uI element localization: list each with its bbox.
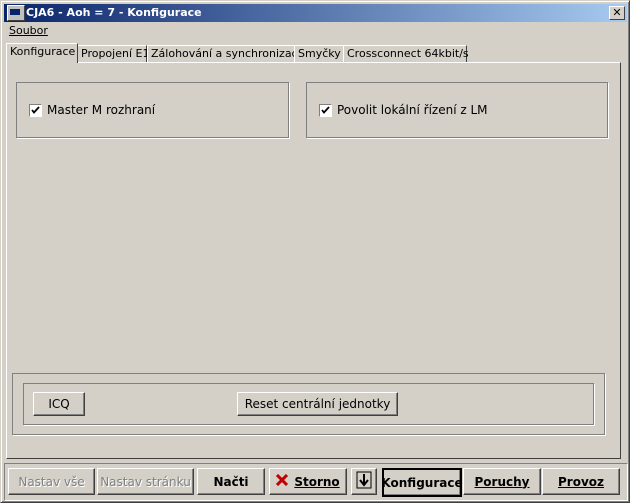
provoz-button[interactable]: Provoz [542,468,620,495]
nastav-vse-label: Nastav vše [18,474,85,489]
master-checkbox[interactable]: Master M rozhraní [29,103,155,117]
poruchy-button[interactable]: Poruchy [463,468,541,495]
close-button[interactable]: ✕ [609,6,625,20]
title-bar[interactable]: CJA6 - Aoh = 7 - Konfigurace ✕ [4,4,627,22]
local-control-label: Povolit lokální řízení z LM [337,103,488,117]
group-master: Master M rozhraní [16,82,289,138]
konfigurace-button[interactable]: Konfigurace [381,468,463,497]
master-label: Master M rozhraní [47,103,156,117]
arrow-down-icon [356,471,372,492]
menu-soubor[interactable]: Soubor [5,24,52,37]
tab-zalohovani[interactable]: Zálohování a synchronizace [147,45,304,62]
nastav-vse-button[interactable]: Nastav vše [8,468,95,495]
window-title: CJA6 - Aoh = 7 - Konfigurace [26,6,202,19]
provoz-label: Provoz [557,474,604,489]
checkbox-checked-icon [319,103,332,117]
checkbox-checked-icon [29,103,42,117]
nacti-label: Načti [213,474,249,489]
icq-button[interactable]: ICQ [33,392,85,416]
app-window: CJA6 - Aoh = 7 - Konfigurace ✕ Soubor Ko… [0,0,630,503]
local-control-checkbox[interactable]: Povolit lokální řízení z LM [319,103,488,117]
tab-konfigurace[interactable]: Konfigurace [6,43,78,63]
x-icon [276,473,289,489]
nastav-stranku-button[interactable]: Nastav stránku [97,468,194,495]
bottom-toolbar: Nastav vše Nastav stránku Načti Storno K… [4,463,628,501]
nastav-stranku-label: Nastav stránku [100,474,191,489]
tab-crossconnect[interactable]: Crossconnect 64kbit/s [343,45,469,62]
nacti-button[interactable]: Načti [197,468,265,495]
tab-smycky[interactable]: Smyčky [294,45,344,62]
konfigurace-label: Konfigurace [381,475,463,490]
app-icon [7,5,25,21]
menu-bar: Soubor [5,24,52,40]
poruchy-label: Poruchy [474,474,530,489]
group-actions-outer: ICQ Reset centrální jednotky [12,373,605,435]
storno-button[interactable]: Storno [269,468,347,495]
group-local-control: Povolit lokální řízení z LM [306,82,608,138]
tab-panel-konfigurace: Master M rozhraní Povolit lokální řízení… [6,62,621,459]
tab-propojeni-e1[interactable]: Propojení E1 [77,45,149,62]
reset-button[interactable]: Reset centrální jednotky [237,392,398,416]
download-button[interactable] [351,468,377,495]
storno-label: Storno [294,474,340,489]
group-actions: ICQ Reset centrální jednotky [23,383,594,425]
